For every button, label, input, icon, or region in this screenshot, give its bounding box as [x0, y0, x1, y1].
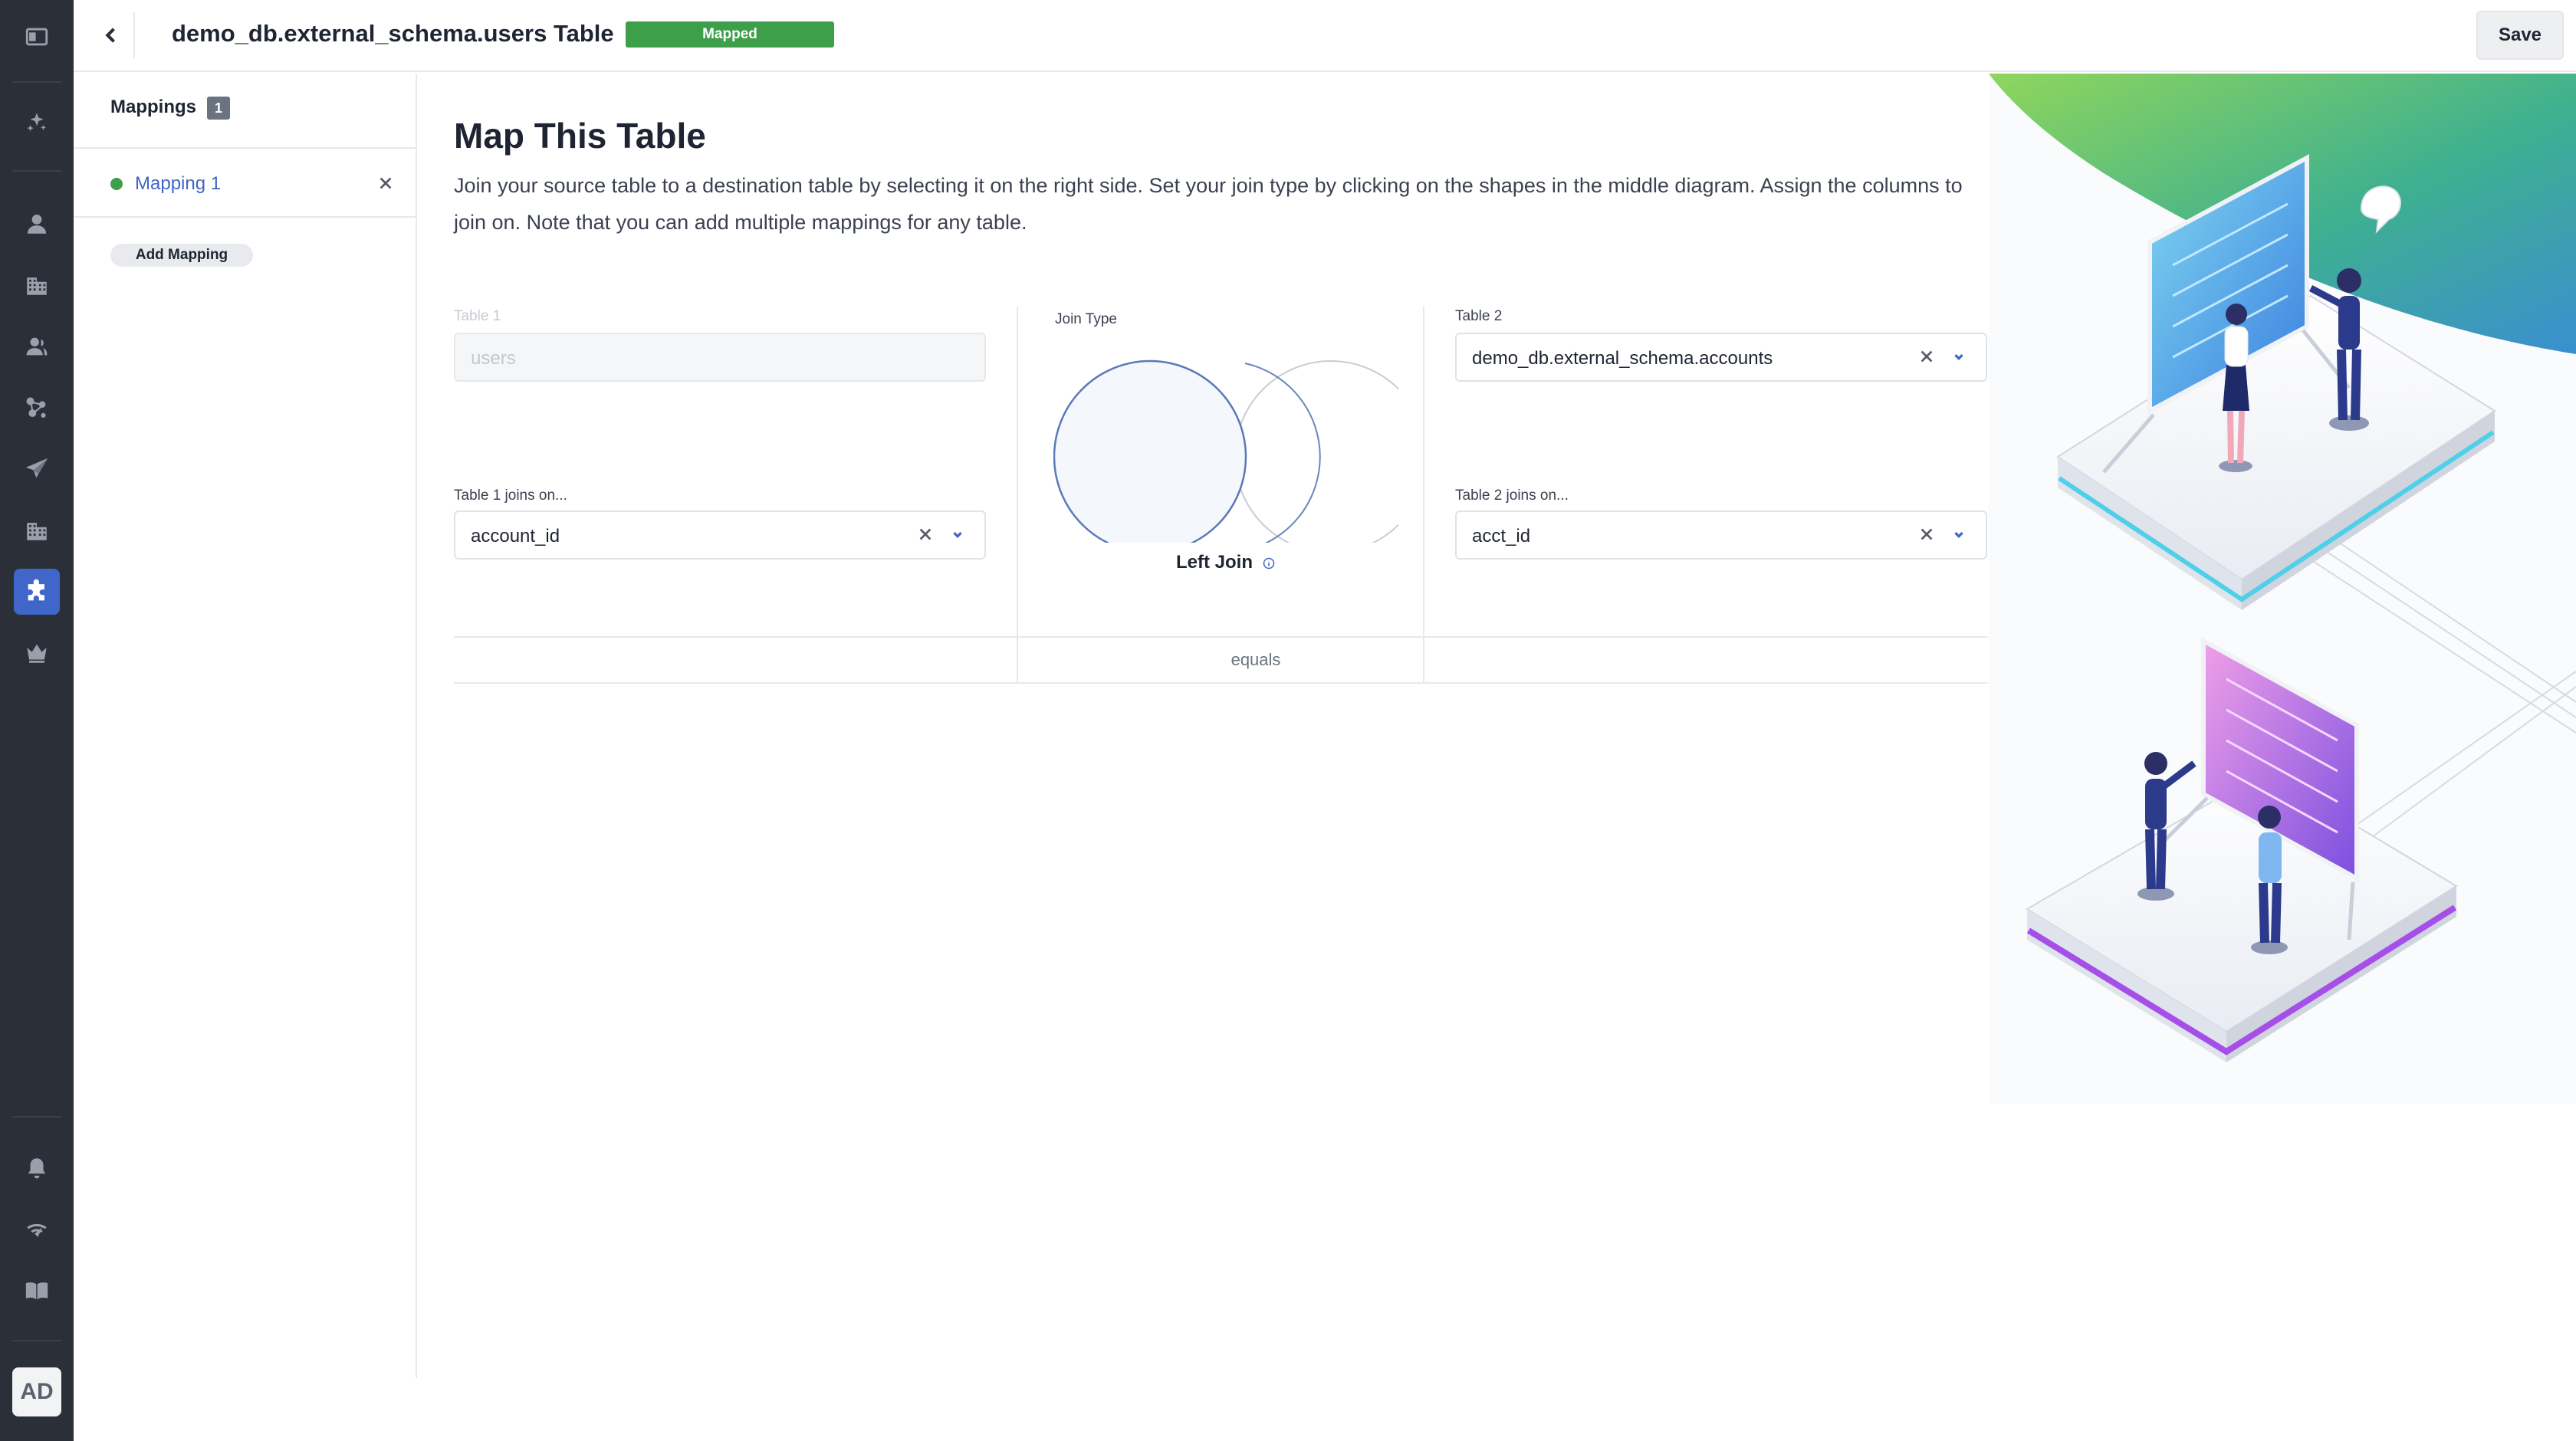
rail-item-sparkles[interactable]	[14, 100, 60, 146]
table1-value: users	[471, 348, 516, 369]
rail-item-campaigns[interactable]	[14, 446, 60, 492]
section-description: Join your source table to a destination …	[454, 174, 1963, 234]
clear-table2-button[interactable]	[1918, 348, 1938, 368]
column-divider	[1423, 307, 1424, 682]
puzzle-icon	[28, 579, 44, 601]
close-icon	[380, 177, 392, 189]
save-button[interactable]: Save	[2476, 11, 2564, 60]
building-icon	[27, 523, 47, 540]
paper-plane-icon	[25, 458, 48, 478]
rail-divider	[12, 81, 61, 83]
left-table-circle[interactable]	[1053, 359, 1247, 543]
column-divider	[1017, 307, 1018, 682]
rail-item-companies[interactable]	[14, 507, 60, 553]
rail-item-signal[interactable]	[14, 1206, 60, 1252]
close-icon	[1921, 350, 1933, 363]
table2-value: demo_db.external_schema.accounts	[1472, 348, 1773, 369]
back-button[interactable]	[89, 12, 135, 58]
chevron-down-icon	[1954, 354, 1963, 361]
page-title: demo_db.external_schema.users Table	[172, 20, 614, 47]
rail-divider	[12, 1340, 61, 1341]
info-icon[interactable]	[1263, 557, 1275, 570]
table1-join-select[interactable]: account_id	[454, 510, 986, 560]
clear-table2-join-button[interactable]	[1918, 526, 1938, 546]
user-icon	[27, 214, 47, 234]
rail-item-integrations[interactable]	[14, 569, 60, 615]
rail-item-segments[interactable]	[14, 385, 60, 431]
join-type-text: Left Join	[1176, 552, 1253, 573]
mapping-item[interactable]: Mapping 1	[74, 149, 416, 218]
table2-join-dropdown-button[interactable]	[1950, 526, 1970, 546]
rail-item-premium[interactable]	[14, 630, 60, 676]
rail-item-contacts[interactable]	[14, 323, 60, 369]
building-icon	[27, 277, 47, 295]
app-window: AD demo_db.external_schema.users Table M…	[0, 0, 2576, 1441]
row-divider	[454, 682, 1987, 684]
chevron-left-icon	[105, 28, 115, 43]
panel-icon	[25, 28, 48, 46]
table2-joins-label: Table 2 joins on...	[1455, 487, 1569, 504]
rail-item-docs[interactable]	[14, 1268, 60, 1314]
sidebar-toggle-button[interactable]	[14, 14, 60, 60]
add-mapping-button[interactable]: Add Mapping	[110, 244, 253, 267]
table1-join-dropdown-button[interactable]	[949, 526, 969, 546]
nav-rail: AD	[0, 0, 74, 1441]
status-dot	[110, 178, 123, 190]
rail-item-notifications[interactable]	[14, 1145, 60, 1191]
table1-input: users	[454, 333, 986, 382]
sparkles-icon	[27, 113, 47, 132]
clear-table1-join-button[interactable]	[917, 526, 937, 546]
table2-dropdown-button[interactable]	[1950, 348, 1970, 368]
rail-item-users[interactable]	[14, 201, 60, 247]
table1-label: Table 1	[454, 308, 501, 324]
join-type-diagram	[1053, 359, 1398, 543]
row-divider	[454, 636, 1987, 638]
person-icon	[26, 337, 48, 356]
bell-icon	[28, 1158, 46, 1179]
user-avatar[interactable]: AD	[12, 1367, 61, 1416]
signal-icon	[27, 1223, 47, 1237]
remove-mapping-button[interactable]	[374, 172, 397, 195]
close-icon	[1921, 528, 1933, 540]
join-type-label: Join Type	[1055, 311, 1117, 327]
table2-join-value: acct_id	[1472, 526, 1531, 547]
mappings-title: Mappings	[110, 97, 196, 117]
table2-select[interactable]: demo_db.external_schema.accounts	[1455, 333, 1987, 382]
main-content: Map This Table Join your source table to…	[419, 74, 1990, 1378]
rail-divider	[12, 1116, 61, 1118]
table2-label: Table 2	[1455, 308, 1503, 324]
nodes-icon	[26, 397, 46, 419]
decorative-illustration	[1989, 74, 2576, 1104]
chevron-down-icon	[953, 532, 962, 539]
rail-item-accounts[interactable]	[14, 262, 60, 308]
section-title: Map This Table	[454, 116, 706, 156]
mappings-sidebar: Mappings 1 Mapping 1 Add Mapping	[74, 74, 417, 1378]
join-type-value: Left Join	[1176, 552, 1275, 573]
mappings-count-badge: 1	[207, 97, 230, 120]
right-table-circle[interactable]	[1234, 360, 1398, 543]
top-header: demo_db.external_schema.users Table Mapp…	[74, 0, 2576, 72]
status-badge: Mapped	[626, 21, 834, 48]
rail-divider	[12, 170, 61, 172]
table2-join-select[interactable]: acct_id	[1455, 510, 1987, 560]
mapping-label: Mapping 1	[135, 173, 222, 194]
book-icon	[25, 1282, 48, 1300]
chevron-down-icon	[1954, 532, 1963, 539]
close-icon	[919, 528, 932, 540]
mappings-header: Mappings 1	[74, 74, 416, 149]
crown-icon	[27, 644, 47, 663]
table1-joins-label: Table 1 joins on...	[454, 487, 567, 504]
equals-label: equals	[1230, 650, 1281, 669]
table1-join-value: account_id	[471, 526, 560, 547]
